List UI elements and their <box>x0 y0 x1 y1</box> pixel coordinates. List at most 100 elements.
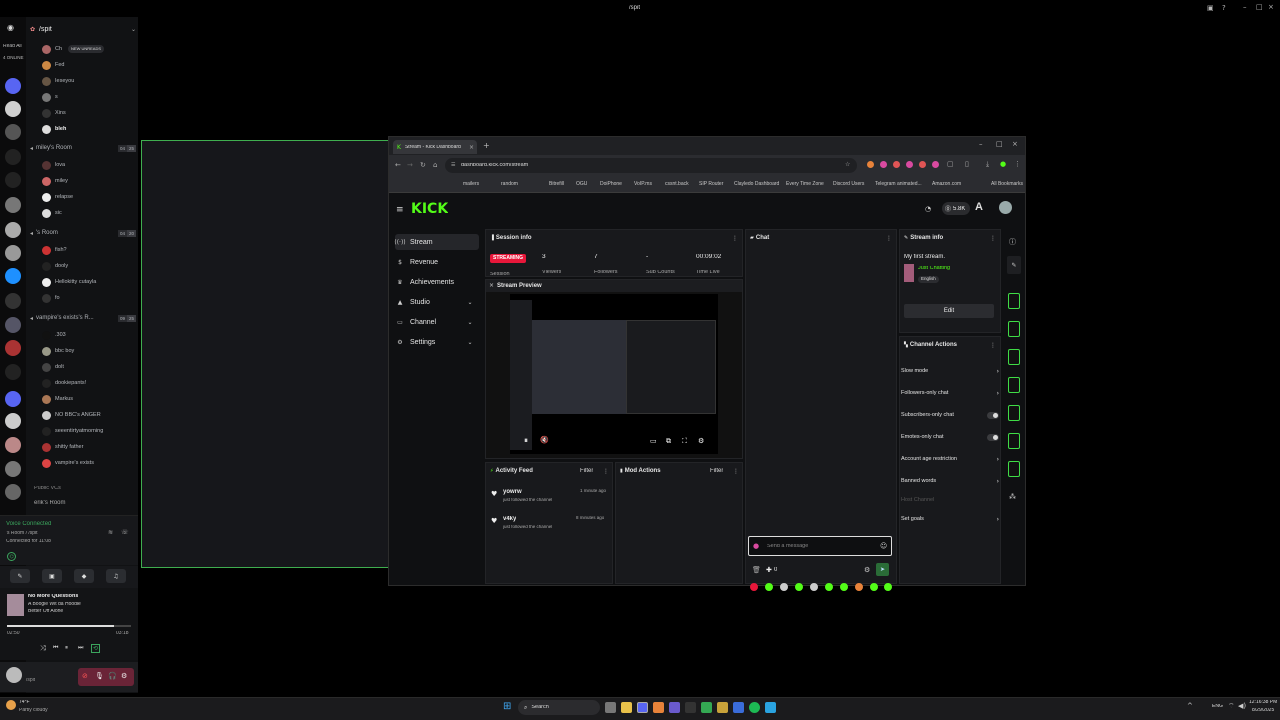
emote-icon[interactable] <box>795 583 803 591</box>
emote-icon[interactable] <box>810 583 818 591</box>
kick-logo[interactable]: KICK <box>411 202 448 216</box>
emote-icon[interactable] <box>780 583 788 591</box>
bookmark[interactable]: Discord Users <box>833 181 864 187</box>
bookmark-folder[interactable]: random <box>501 181 518 187</box>
voice-member[interactable]: dooly <box>26 259 138 273</box>
more-options-icon[interactable]: ⋮ <box>733 468 739 475</box>
voice-member[interactable]: dookiepants! <box>26 376 138 390</box>
forward-icon[interactable]: → <box>407 161 413 169</box>
trash-icon[interactable]: 🗑 <box>752 566 761 574</box>
wifi-icon[interactable]: ⌔ <box>1228 702 1235 711</box>
voice-channel-label[interactable]: 's Room / /spit <box>6 531 38 536</box>
bookmark[interactable]: Clayledo Dashboard <box>734 181 779 187</box>
chat-settings-icon[interactable]: ⚙ <box>864 566 870 574</box>
app-taskbar-icon[interactable] <box>669 702 680 713</box>
nav-revenue[interactable]: $ Revenue <box>395 254 479 270</box>
new-unreads-badge[interactable]: NEW UNREADS <box>68 45 105 53</box>
add-widget-icon[interactable]: ⁂ <box>1009 493 1016 501</box>
clock-time[interactable]: 12:16:38 PM <box>1249 700 1277 705</box>
server-icon[interactable] <box>5 172 21 188</box>
voice-member[interactable]: bbc boy <box>26 344 138 358</box>
noise-suppression-icon[interactable]: ≋ <box>108 529 113 536</box>
extension-icon[interactable] <box>867 161 874 168</box>
tool-button[interactable] <box>1008 461 1020 477</box>
headphones-icon[interactable]: 🎧 <box>108 672 117 680</box>
nav-channel[interactable]: ▭ Channel ⌄ <box>395 314 479 330</box>
deafen-icon[interactable]: ⊘ <box>82 672 88 680</box>
server-icon[interactable] <box>5 391 21 407</box>
server-icon[interactable] <box>5 317 21 333</box>
server-icon[interactable] <box>5 245 21 261</box>
screen-share-icon[interactable]: ▣ <box>42 569 62 583</box>
server-icon[interactable] <box>5 293 21 309</box>
close-tab-icon[interactable]: × <box>469 144 474 151</box>
emote-picker-icon[interactable]: ☺ <box>880 542 887 550</box>
channel-action-emotes-only[interactable]: Emotes-only chat <box>901 431 999 443</box>
windows-start-icon[interactable]: ⊞ <box>503 701 511 712</box>
chrome-taskbar-icon[interactable] <box>701 702 712 713</box>
voice-member[interactable]: Fed <box>26 58 138 72</box>
server-icon[interactable] <box>5 437 21 453</box>
avatar[interactable] <box>999 201 1012 214</box>
server-icon[interactable] <box>5 484 21 500</box>
all-bookmarks[interactable]: All Bookmarks <box>991 181 1023 187</box>
next-icon[interactable]: ⏭ <box>78 644 83 652</box>
info-icon[interactable]: ⓘ <box>1009 237 1016 247</box>
fullscreen-icon[interactable]: ⛶ <box>682 437 687 446</box>
file-explorer-icon[interactable] <box>621 702 632 713</box>
weather-temp[interactable]: 74°F <box>19 700 30 705</box>
emote-icon[interactable] <box>855 583 863 591</box>
browser-menu-icon[interactable]: ⋮ <box>1014 160 1021 168</box>
activity-user[interactable]: v4ky <box>503 516 516 522</box>
server-icon[interactable] <box>5 413 21 429</box>
signal-icon[interactable]: ⌬ <box>7 552 16 561</box>
studio-logo-icon[interactable]: A <box>975 202 983 213</box>
chat-input[interactable]: ● Send a message ☺ <box>748 536 892 556</box>
gear-icon[interactable]: ⚙ <box>121 672 127 680</box>
server-icon[interactable] <box>5 197 21 213</box>
channel-header[interactable]: ✿ /spit ⌄ <box>30 22 136 36</box>
send-icon[interactable]: ➤ <box>876 563 889 576</box>
shuffle-icon[interactable]: ⤨ <box>40 644 46 653</box>
voice-member[interactable]: Ch NEW UNREADS <box>26 42 138 56</box>
maximize-icon[interactable]: □ <box>996 140 1003 148</box>
channel-action-banned-words[interactable]: Banned words › <box>901 475 999 487</box>
avatar[interactable] <box>6 667 22 683</box>
channel-action-slow-mode[interactable]: Slow mode › <box>901 365 999 377</box>
extensions-puzzle-icon[interactable]: ▢ <box>947 160 954 168</box>
previous-icon[interactable]: ⏮ <box>53 644 58 652</box>
voice-member[interactable]: NO BBC's ANGER <box>26 408 138 422</box>
minimize-icon[interactable]: – <box>979 140 983 148</box>
close-icon[interactable]: × <box>1268 3 1274 11</box>
emote-icon[interactable] <box>825 583 833 591</box>
video-player[interactable]: ⏸ 🔇 ▭ ⧉ ⛶ ⚙ <box>510 294 718 454</box>
tool-button[interactable] <box>1008 293 1020 309</box>
voice-room[interactable]: ◂ miley's Room 04 25 <box>30 142 136 154</box>
voice-member[interactable]: seeentirtyatmorning <box>26 424 138 438</box>
reload-icon[interactable]: ↻ <box>420 161 426 169</box>
server-icon[interactable] <box>5 124 21 140</box>
more-options-icon[interactable]: ⋮ <box>886 235 892 242</box>
app-taskbar-icon[interactable] <box>717 702 728 713</box>
server-icon[interactable] <box>5 101 21 117</box>
voice-member[interactable]: miley <box>26 174 138 188</box>
browser-taskbar-icon[interactable] <box>653 702 664 713</box>
followers-badge[interactable]: ⓪ 5.8K <box>942 202 970 215</box>
voice-member[interactable]: s <box>26 90 138 104</box>
tool-button[interactable] <box>1008 405 1020 421</box>
bookmark[interactable]: VoIP.ms <box>634 181 652 187</box>
bookmark[interactable]: Every Time Zone <box>786 181 824 187</box>
soundboard-icon[interactable]: ♫ <box>106 569 126 583</box>
help-icon[interactable]: ? <box>1222 4 1226 12</box>
maximize-icon[interactable]: □ <box>1256 3 1263 11</box>
voice-member[interactable]: Hellokitty cutayla <box>26 275 138 289</box>
nav-studio[interactable]: ▲ Studio ⌄ <box>395 294 479 310</box>
app-taskbar-icon[interactable] <box>685 702 696 713</box>
emote-icon[interactable] <box>750 583 758 591</box>
tool-button[interactable] <box>1008 349 1020 365</box>
discord-taskbar-icon[interactable] <box>637 702 648 713</box>
telegram-taskbar-icon[interactable] <box>765 702 776 713</box>
repeat-icon[interactable]: ⟲ <box>91 644 100 653</box>
address-bar[interactable]: ☰ dashboard.kick.com/stream ☆ <box>445 158 857 173</box>
close-icon[interactable]: × <box>1012 140 1018 148</box>
